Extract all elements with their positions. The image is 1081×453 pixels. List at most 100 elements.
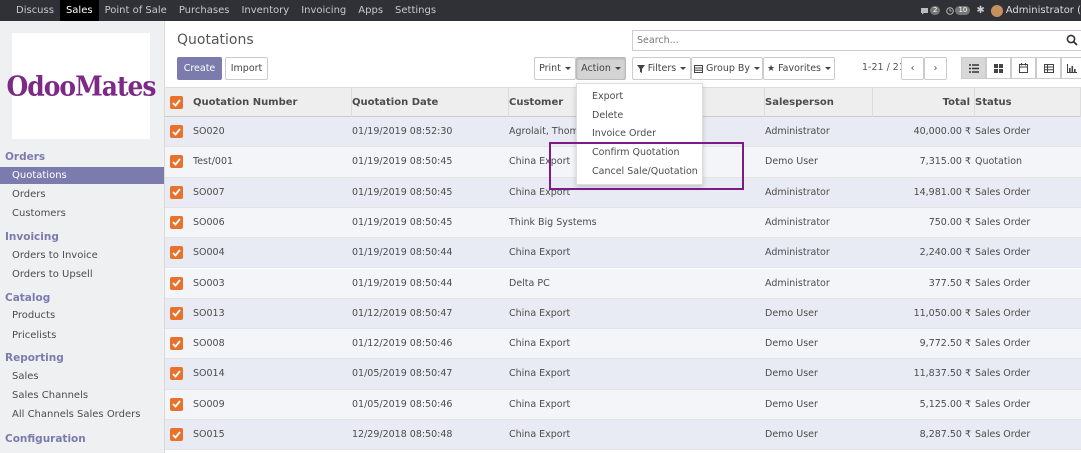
search-icon[interactable] — [1066, 34, 1078, 46]
chat-notifications[interactable]: 2 — [920, 6, 941, 15]
import-button[interactable]: Import — [225, 57, 268, 80]
select-all-checkbox[interactable] — [170, 96, 183, 109]
topmenu-item-settings[interactable]: Settings — [389, 0, 442, 21]
sidebar-section-configuration[interactable]: Configuration — [5, 433, 86, 445]
kanban-icon — [994, 63, 1003, 73]
checkmark-icon — [172, 218, 181, 227]
pivot-view-button[interactable] — [1036, 57, 1061, 79]
cell-status: Sales Order — [975, 126, 1031, 137]
action-menu-item-export[interactable]: Export — [577, 88, 702, 107]
cell-number: SO009 — [193, 398, 225, 410]
row-checkbox[interactable] — [170, 337, 183, 351]
activity-notifications[interactable]: 10 — [946, 6, 971, 15]
row-checkbox[interactable] — [170, 125, 183, 138]
row-checkbox[interactable] — [170, 397, 183, 411]
table-row[interactable]: SO003 01/19/2019 08:50:44 Delta PC Administ… — [165, 268, 1081, 299]
action-dropdown[interactable]: Action — [576, 57, 626, 80]
cell-customer: China Export — [509, 368, 571, 380]
table-icon — [1043, 63, 1054, 73]
create-button[interactable]: Create — [177, 57, 222, 80]
column-header-status[interactable]: Status — [975, 88, 1081, 117]
row-checkbox[interactable] — [170, 246, 183, 260]
sidebar-item-pricelists[interactable]: Pricelists — [12, 330, 56, 341]
cell-total: 377.50 ₹ — [928, 277, 971, 289]
row-checkbox[interactable] — [170, 215, 183, 229]
clock-icon — [946, 6, 955, 15]
debug-icon[interactable]: ✱ — [976, 5, 984, 16]
caret-down-icon — [564, 67, 571, 70]
table-row[interactable]: SO008 01/12/2019 08:50:46 China Export Demo… — [165, 329, 1081, 360]
caret-down-icon — [754, 67, 761, 70]
favorites-dropdown[interactable]: ★ Favorites — [763, 57, 835, 80]
sidebar-item-products[interactable]: Products — [12, 310, 55, 321]
pager-value[interactable]: 1-21 / 21 — [862, 62, 905, 73]
print-dropdown[interactable]: Print — [534, 57, 576, 80]
filters-dropdown[interactable]: Filters — [632, 57, 691, 80]
table-row[interactable]: SO013 01/12/2019 08:50:47 China Export Demo… — [165, 298, 1081, 330]
search-input[interactable] — [633, 31, 1053, 50]
user-menu[interactable]: Administrator ( — [990, 4, 1081, 17]
row-checkbox[interactable] — [170, 306, 183, 320]
column-header-salesperson[interactable]: Salesperson — [765, 88, 873, 117]
group-by-dropdown[interactable]: Group By — [691, 57, 763, 80]
cell-salesperson: Administrator — [765, 247, 830, 259]
topmenu-item-purchases[interactable]: Purchases — [173, 0, 236, 21]
cell-number: SO014 — [193, 368, 225, 380]
column-header-date[interactable]: Quotation Date — [352, 88, 509, 117]
cell-number: SO015 — [193, 429, 225, 440]
pager-next-button[interactable]: › — [924, 57, 947, 80]
systray: 2 10 ✱ Administrator ( — [920, 0, 1081, 21]
column-header-number[interactable]: Quotation Number — [193, 88, 352, 117]
kanban-view-button[interactable] — [986, 57, 1011, 79]
action-menu-item-delete[interactable]: Delete — [577, 107, 702, 126]
sidebar-section-catalog[interactable]: Catalog — [5, 292, 50, 304]
row-checkbox[interactable] — [170, 428, 183, 441]
table-row[interactable]: SO015 12/29/2018 08:50:48 China Export Demo… — [165, 420, 1081, 451]
sidebar-section-invoicing[interactable]: Invoicing — [5, 231, 59, 243]
topmenu-item-discuss[interactable]: Discuss — [0, 0, 60, 21]
sidebar-item-customers[interactable]: Customers — [12, 208, 66, 219]
cell-number: SO008 — [193, 338, 225, 350]
sidebar-item-sales-channels[interactable]: Sales Channels — [12, 390, 88, 401]
cell-total: 8,287.50 ₹ — [919, 429, 971, 440]
cell-status: Sales Order — [975, 398, 1031, 410]
row-checkbox[interactable] — [170, 185, 183, 199]
sidebar-item-quotations[interactable]: Quotations — [0, 167, 164, 184]
checkmark-icon — [172, 158, 181, 166]
sidebar-item-all-channels-sales-orders[interactable]: All Channels Sales Orders — [12, 409, 140, 420]
calendar-view-button[interactable] — [1011, 57, 1036, 79]
cell-total: 40,000.00 ₹ — [913, 126, 971, 137]
sidebar-item-sales[interactable]: Sales — [12, 371, 39, 382]
cell-number: Test/001 — [193, 156, 234, 168]
caret-down-icon — [825, 67, 831, 70]
graph-view-button[interactable] — [1061, 57, 1081, 79]
row-checkbox[interactable] — [170, 367, 183, 381]
topmenu-item-inventory[interactable]: Inventory — [235, 0, 295, 21]
cell-date: 12/29/2018 08:50:48 — [352, 429, 453, 440]
table-row[interactable]: SO004 01/19/2019 08:50:44 China Export Admi… — [165, 238, 1081, 269]
sidebar-section-orders[interactable]: Orders — [5, 151, 45, 163]
row-checkbox[interactable] — [170, 276, 183, 290]
table-row[interactable]: SO014 01/05/2019 08:50:47 China Export Demo… — [165, 359, 1081, 390]
sidebar-section-reporting[interactable]: Reporting — [5, 352, 64, 364]
list-view-button[interactable] — [961, 57, 986, 79]
calendar-icon — [1019, 63, 1028, 73]
topmenu-item-invoicing[interactable]: Invoicing — [295, 0, 352, 21]
cell-date: 01/12/2019 08:50:47 — [352, 307, 453, 319]
table-row[interactable]: SO009 01/05/2019 08:50:46 China Export Demo… — [165, 389, 1081, 420]
cell-salesperson: Demo User — [765, 338, 818, 350]
sidebar-item-orders-to-upsell[interactable]: Orders to Upsell — [12, 269, 93, 280]
checkmark-icon — [172, 127, 181, 136]
topmenu-item-sales[interactable]: Sales — [59, 0, 99, 21]
table-row[interactable]: SO006 01/19/2019 08:50:45 Think Big System… — [165, 207, 1081, 239]
action-label: Action — [581, 63, 611, 74]
sidebar-item-orders[interactable]: Orders — [12, 189, 46, 200]
topmenu-item-point-of-sale[interactable]: Point of Sale — [99, 0, 173, 21]
avatar — [990, 4, 1003, 17]
cell-number: SO020 — [193, 126, 225, 137]
pager-previous-button[interactable]: ‹ — [901, 57, 924, 80]
topmenu-item-apps[interactable]: Apps — [352, 0, 389, 21]
column-header-total[interactable]: Total — [873, 88, 975, 117]
sidebar-item-orders-to-invoice[interactable]: Orders to Invoice — [12, 250, 98, 261]
row-checkbox[interactable] — [170, 155, 183, 169]
